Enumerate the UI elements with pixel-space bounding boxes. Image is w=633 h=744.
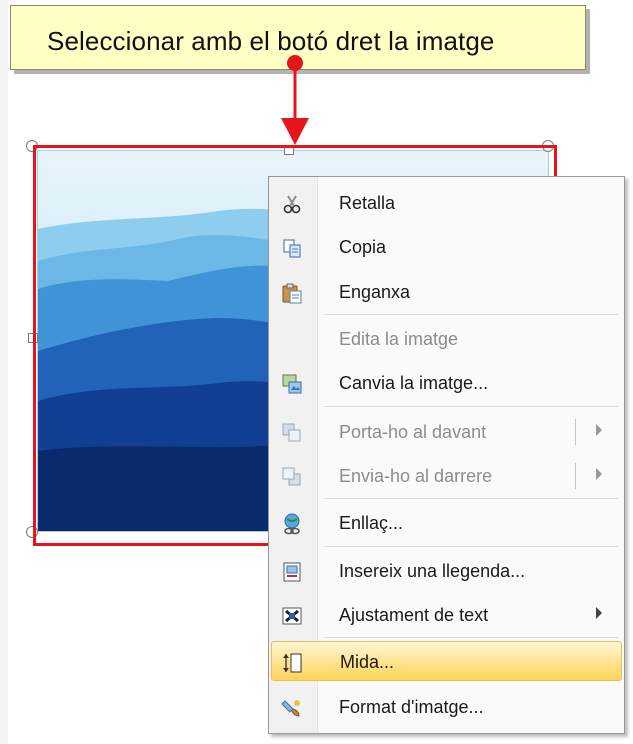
menu-separator [324, 406, 618, 407]
menu-item-label: Retalla [339, 193, 396, 213]
send-to-back-icon [282, 467, 301, 486]
menu-item-label: Porta-ho al davant [339, 422, 487, 442]
menu-item-edit-picture[interactable]: Edita la imatge [271, 319, 622, 359]
menu-item-label: Format d'imatge... [339, 697, 484, 717]
submenu-divider [575, 463, 576, 489]
scissors-icon [283, 195, 301, 214]
page-margin [0, 0, 8, 744]
menu-item-size[interactable]: Mida... [271, 641, 622, 681]
menu-separator [324, 314, 618, 315]
menu-item-format-picture[interactable]: Format d'imatge... [271, 687, 622, 727]
submenu-arrow-icon [596, 607, 602, 619]
change-picture-icon [282, 374, 302, 394]
submenu-divider [575, 419, 576, 445]
menu-item-paste[interactable]: Enganxa [271, 272, 622, 312]
menu-item-send-to-back[interactable]: Envia-ho al darrere [271, 456, 622, 496]
menu-item-label: Copia [339, 237, 387, 257]
callout-pointer [281, 55, 309, 145]
submenu-arrow-icon [596, 424, 602, 436]
menu-item-hyperlink[interactable]: Enllaç... [271, 503, 622, 543]
menu-item-label: Enllaç... [339, 513, 404, 533]
menu-item-label: Mida... [340, 652, 395, 672]
bring-to-front-icon [282, 423, 301, 442]
context-menu: Retalla Copia Enganxa Edita la imatge Ca… [268, 176, 625, 734]
submenu-arrow-icon [596, 468, 602, 480]
menu-item-copy[interactable]: Copia [271, 227, 622, 267]
text-wrapping-icon [282, 607, 302, 625]
menu-item-insert-caption[interactable]: Insereix una llegenda... [271, 551, 622, 591]
menu-item-label: Enganxa [339, 282, 411, 302]
menu-item-cut[interactable]: Retalla [271, 183, 622, 223]
menu-item-label: Canvia la imatge... [339, 373, 489, 393]
menu-item-change-picture[interactable]: Canvia la imatge... [271, 363, 622, 403]
menu-item-label: Insereix una llegenda... [339, 561, 526, 581]
menu-item-label: Envia-ho al darrere [339, 466, 493, 486]
size-icon [283, 653, 302, 673]
menu-separator [324, 498, 618, 499]
menu-item-text-wrapping[interactable]: Ajustament de text [271, 595, 622, 635]
format-picture-icon [281, 700, 300, 717]
menu-separator [324, 637, 618, 638]
insert-caption-icon [283, 562, 301, 582]
menu-item-label: Ajustament de text [339, 605, 489, 625]
paste-icon [282, 283, 302, 304]
copy-icon [283, 239, 301, 258]
menu-item-bring-to-front[interactable]: Porta-ho al davant [271, 412, 622, 452]
hyperlink-icon [284, 513, 300, 535]
menu-item-label: Edita la imatge [339, 329, 459, 349]
menu-separator [324, 546, 618, 547]
